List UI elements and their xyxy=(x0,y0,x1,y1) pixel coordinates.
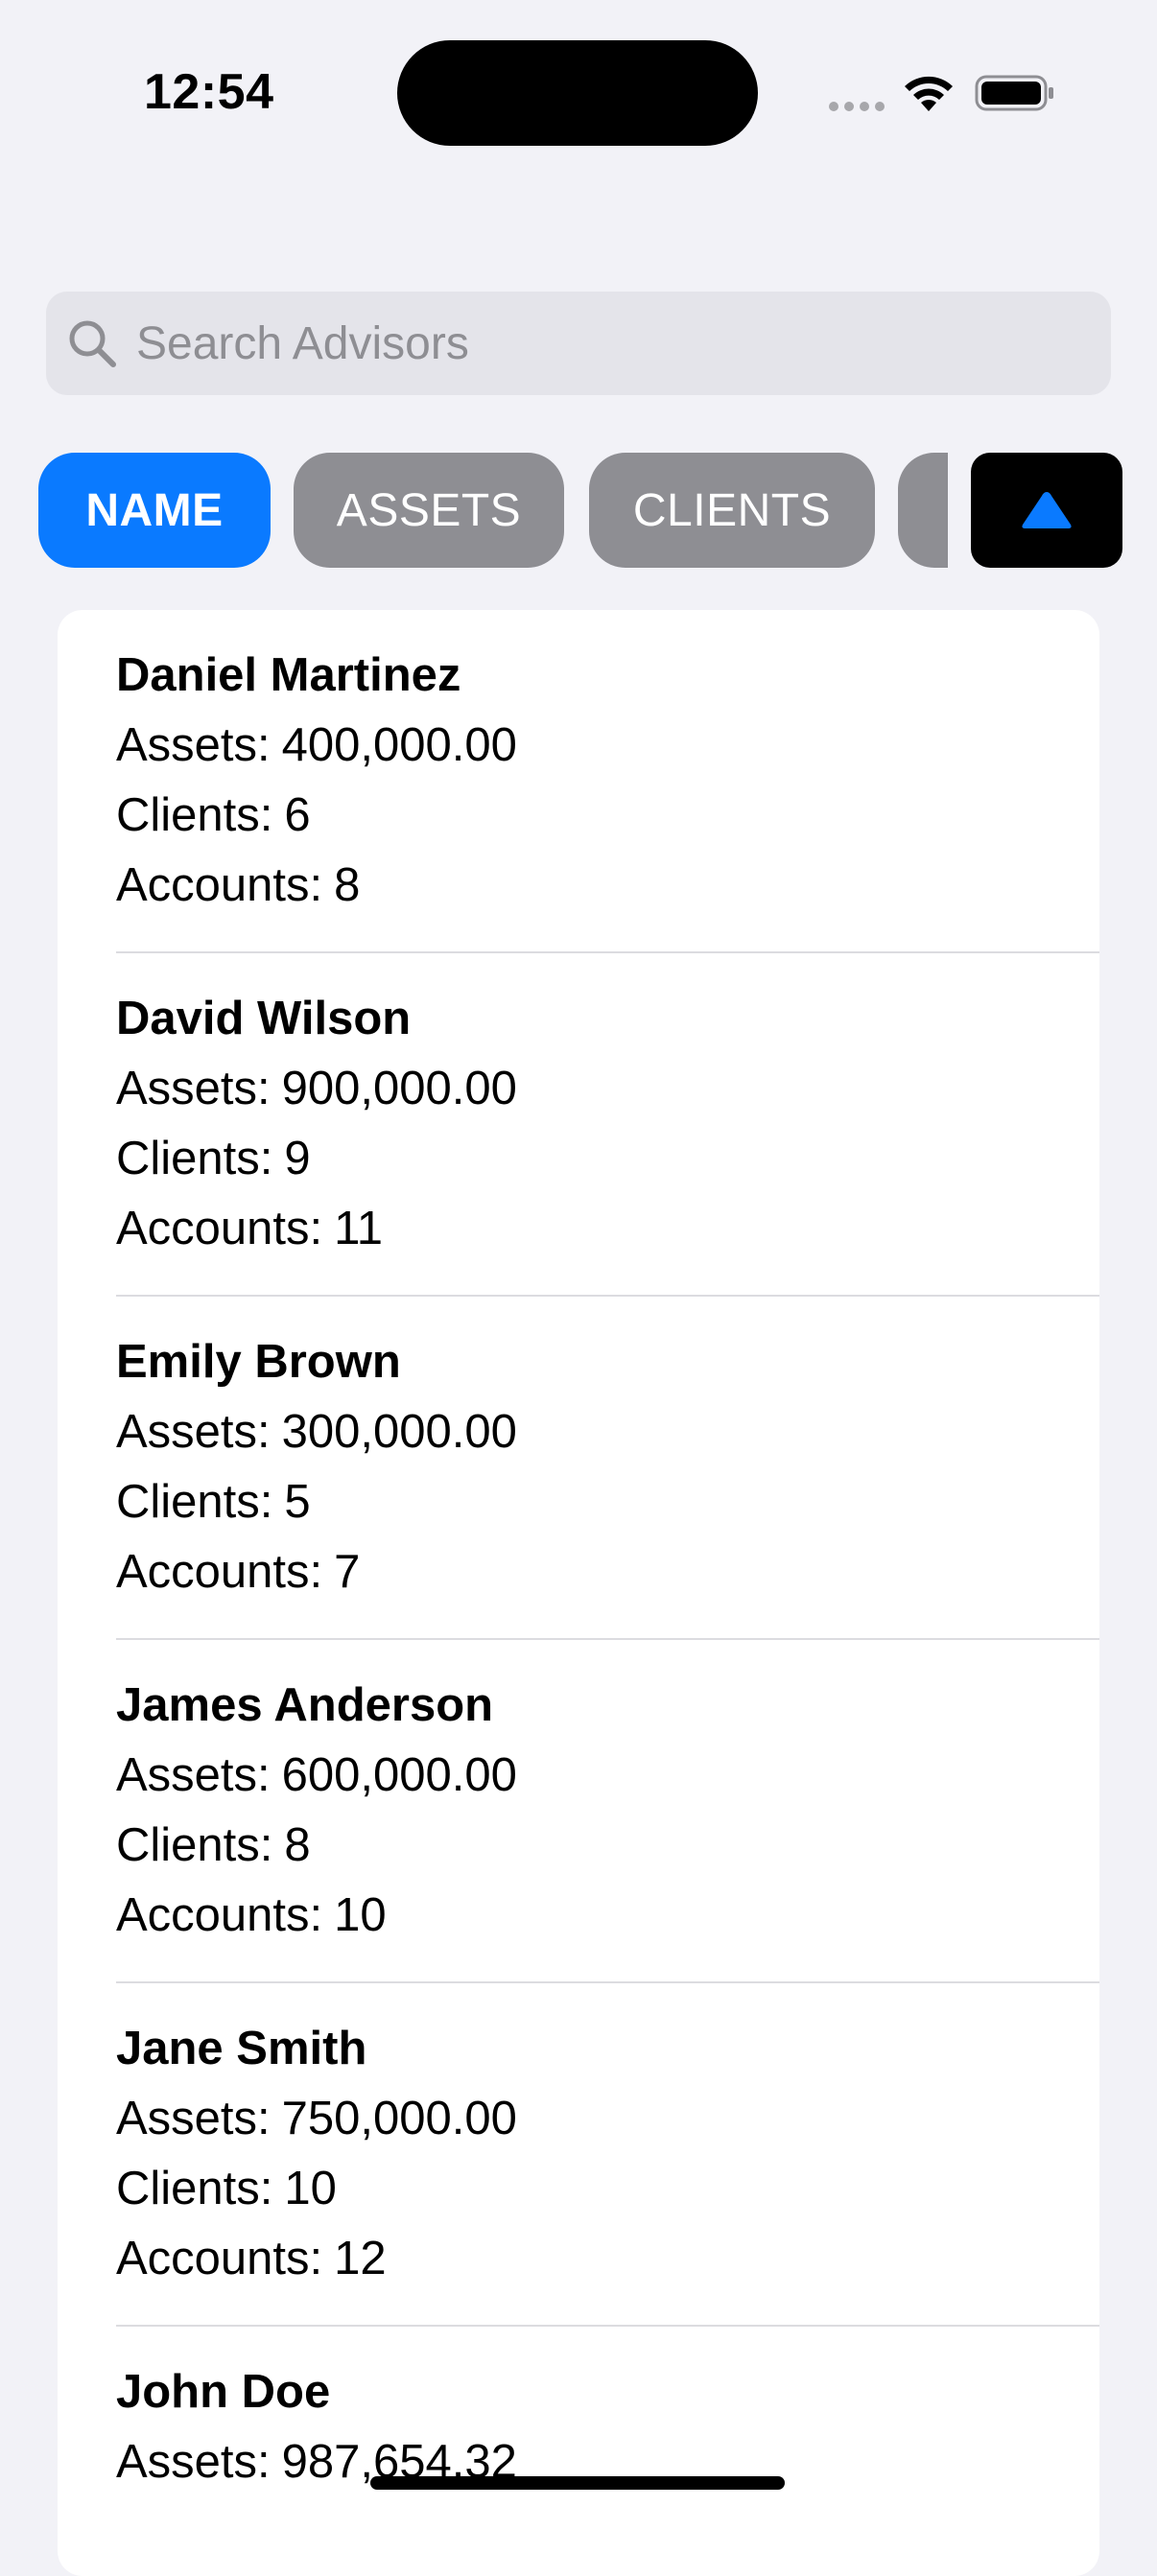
advisor-name: David Wilson xyxy=(116,993,412,1044)
advisor-accounts-line: Accounts: 11 xyxy=(116,1202,1099,1255)
search-input[interactable] xyxy=(136,305,1057,382)
accounts-label: Accounts: xyxy=(116,1546,323,1598)
triangle-up-icon xyxy=(1022,492,1072,528)
advisor-accounts-line: Accounts: 12 xyxy=(116,2232,1099,2285)
advisor-assets-value: 400,000.00 xyxy=(281,719,517,771)
wifi-icon xyxy=(905,76,953,111)
dynamic-island xyxy=(397,40,758,146)
advisor-name: Jane Smith xyxy=(116,2023,367,2074)
sort-chip-assets[interactable]: ASSETS xyxy=(294,453,564,568)
advisor-clients-value: 8 xyxy=(284,1819,311,1871)
advisor-name: Daniel Martinez xyxy=(116,649,461,701)
clients-label: Clients: xyxy=(116,2163,273,2214)
advisor-assets-value: 300,000.00 xyxy=(281,1406,517,1458)
assets-label: Assets: xyxy=(116,1406,271,1458)
advisor-name: James Anderson xyxy=(116,1679,494,1731)
advisor-accounts-value: 8 xyxy=(334,859,361,911)
accounts-label: Accounts: xyxy=(116,1889,323,1941)
advisor-assets-value: 900,000.00 xyxy=(281,1063,517,1114)
advisor-clients-line: Clients: 5 xyxy=(116,1475,1099,1529)
advisor-list-item[interactable]: James Anderson Assets: 600,000.00 Clients… xyxy=(58,1640,1099,1983)
advisor-assets-line: Assets: 900,000.00 xyxy=(116,1062,1099,1115)
clients-label: Clients: xyxy=(116,1819,273,1871)
assets-label: Assets: xyxy=(116,1063,271,1114)
advisor-list-item[interactable]: John Doe Assets: 987,654.32 xyxy=(58,2327,1099,2576)
advisor-name: Emily Brown xyxy=(116,1336,401,1388)
advisor-accounts-line: Accounts: 10 xyxy=(116,1888,1099,1942)
advisor-clients-value: 10 xyxy=(284,2163,337,2214)
clients-label: Clients: xyxy=(116,1476,273,1528)
battery-icon xyxy=(975,75,1053,111)
advisor-clients-value: 6 xyxy=(284,789,311,841)
accounts-label: Accounts: xyxy=(116,1203,323,1254)
assets-label: Assets: xyxy=(116,2436,271,2488)
assets-label: Assets: xyxy=(116,2093,271,2144)
sort-chip-name[interactable]: NAME xyxy=(38,453,271,568)
sort-chip-clients[interactable]: CLIENTS xyxy=(589,453,875,568)
clients-label: Clients: xyxy=(116,789,273,841)
accounts-label: Accounts: xyxy=(116,859,323,911)
advisor-accounts-value: 10 xyxy=(334,1889,387,1941)
advisor-accounts-value: 12 xyxy=(334,2233,387,2284)
home-indicator[interactable] xyxy=(370,2476,785,2490)
advisor-accounts-line: Accounts: 7 xyxy=(116,1545,1099,1599)
advisor-list-item[interactable]: Emily Brown Assets: 300,000.00 Clients: 5 … xyxy=(58,1297,1099,1640)
advisor-accounts-value: 11 xyxy=(334,1203,384,1254)
advisor-accounts-value: 7 xyxy=(334,1546,361,1598)
accounts-label: Accounts: xyxy=(116,2233,323,2284)
advisor-assets-line: Assets: 400,000.00 xyxy=(116,718,1099,772)
advisor-assets-value: 600,000.00 xyxy=(281,1749,517,1801)
advisor-clients-line: Clients: 10 xyxy=(116,2162,1099,2215)
status-bar-time: 12:54 xyxy=(144,64,274,120)
search-icon xyxy=(69,320,116,367)
advisor-clients-line: Clients: 6 xyxy=(116,788,1099,842)
advisor-name: John Doe xyxy=(116,2366,331,2418)
sort-chip-partial[interactable] xyxy=(898,453,948,568)
advisor-list-item[interactable]: Daniel Martinez Assets: 400,000.00 Client… xyxy=(58,610,1099,953)
search-bar[interactable] xyxy=(46,292,1111,395)
advisor-clients-value: 9 xyxy=(284,1133,311,1184)
advisor-clients-value: 5 xyxy=(284,1476,311,1528)
assets-label: Assets: xyxy=(116,719,271,771)
advisor-accounts-line: Accounts: 8 xyxy=(116,858,1099,912)
advisor-assets-line: Assets: 300,000.00 xyxy=(116,1405,1099,1459)
advisor-clients-line: Clients: 9 xyxy=(116,1132,1099,1185)
advisor-list-item[interactable]: David Wilson Assets: 900,000.00 Clients: 9… xyxy=(58,953,1099,1297)
sort-direction-button[interactable] xyxy=(971,453,1122,568)
advisor-assets-line: Assets: 600,000.00 xyxy=(116,1748,1099,1802)
cellular-signal-icon xyxy=(829,102,885,111)
advisor-assets-value: 750,000.00 xyxy=(281,2093,517,2144)
advisor-list-item[interactable]: Jane Smith Assets: 750,000.00 Clients: 10 … xyxy=(58,1983,1099,2327)
assets-label: Assets: xyxy=(116,1749,271,1801)
clients-label: Clients: xyxy=(116,1133,273,1184)
advisor-list[interactable]: Daniel Martinez Assets: 400,000.00 Client… xyxy=(58,610,1099,2576)
advisor-assets-line: Assets: 750,000.00 xyxy=(116,2092,1099,2145)
advisor-clients-line: Clients: 8 xyxy=(116,1818,1099,1872)
